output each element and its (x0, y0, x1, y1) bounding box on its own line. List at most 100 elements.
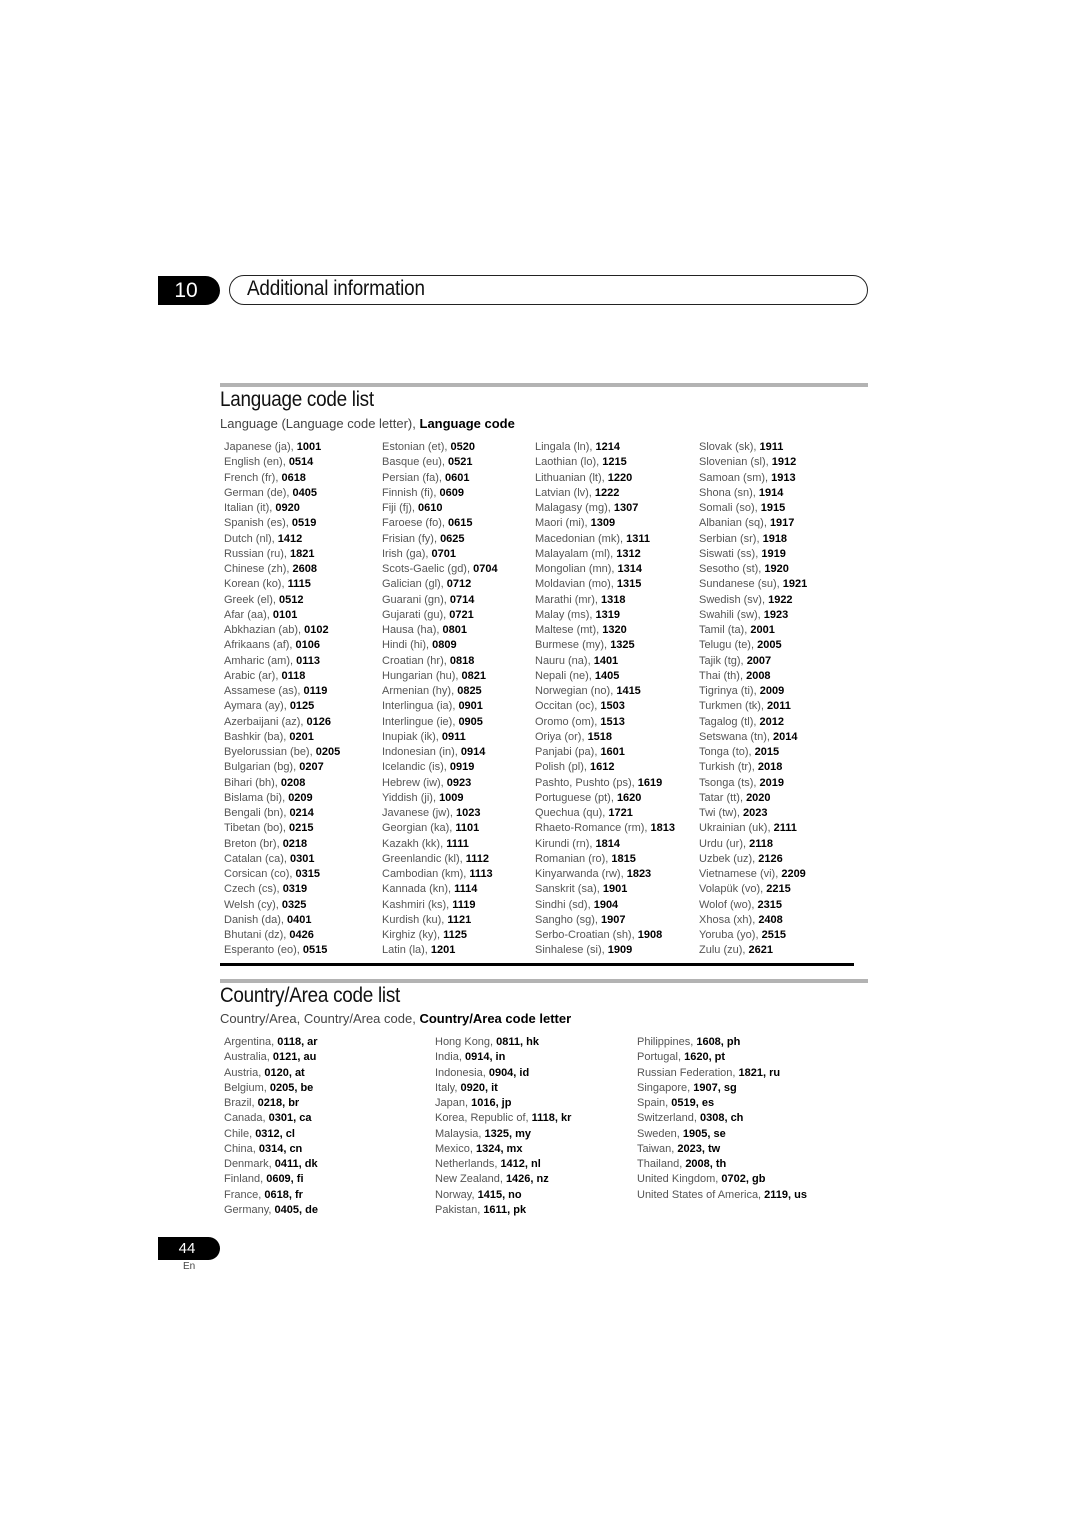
language-entry: Czech (cs), 0319 (224, 882, 340, 897)
language-entry: Bengali (bn), 0214 (224, 806, 340, 821)
entry-code: 1619 (637, 776, 663, 789)
language-entry: Arabic (ar), 0118 (224, 669, 340, 684)
language-entry: Danish (da), 0401 (224, 913, 340, 928)
entry-code: 2023 (743, 807, 768, 819)
language-entry: Macedonian (mk), 1311 (535, 532, 675, 547)
language-entry: Twi (tw), 2023 (699, 806, 807, 821)
entry-code: 1907, sg (693, 1081, 737, 1094)
entry-name: Laothian (lo), (535, 456, 603, 469)
entry-name: Germany, (224, 1203, 275, 1216)
entry-name: Kurdish (ku), (382, 913, 448, 926)
language-entry: Interlingua (ia), 0901 (382, 699, 498, 714)
entry-name: Indonesian (in), (382, 746, 461, 758)
entry-code: 0701 (431, 547, 456, 560)
country-entry: Italy, 0920, it (435, 1081, 571, 1096)
entry-code: 1315 (616, 578, 642, 591)
entry-name: Finland, (224, 1173, 267, 1186)
entry-name: Welsh (cy), (224, 898, 282, 911)
entry-name: Esperanto (eo), (224, 944, 303, 957)
entry-code: 1721 (608, 807, 633, 819)
entry-code: 0209 (288, 791, 313, 804)
entry-code: 1201 (430, 944, 456, 957)
entry-code: 1518 (587, 730, 613, 743)
entry-name: Oriya (or), (535, 730, 588, 743)
entry-name: Malay (ms), (535, 608, 596, 621)
entry-name: Japan, (435, 1097, 472, 1109)
entry-name: Turkish (tr), (699, 761, 758, 774)
country-entry: Japan, 1016, jp (435, 1096, 571, 1111)
entry-code: 0825 (457, 685, 482, 697)
country-entry: United Kingdom, 0702, gb (637, 1172, 807, 1187)
entry-code: 2023, tw (677, 1142, 721, 1155)
entry-name: Sinhalese (si), (535, 944, 608, 957)
entry-code: 0721 (449, 608, 474, 621)
language-entry: Vietnamese (vi), 2209 (699, 867, 807, 882)
language-entry: Laothian (lo), 1215 (535, 455, 675, 470)
entry-code: 1405 (594, 669, 620, 682)
entry-code: 0618, fr (264, 1188, 303, 1201)
entry-name: Thailand, (637, 1158, 686, 1170)
language-entry: Romanian (ro), 1815 (535, 852, 675, 867)
entry-name: Basque (eu), (382, 456, 449, 469)
country-section-title: Country/Area code list (220, 984, 400, 1007)
language-entry: Kirundi (rn), 1814 (535, 837, 675, 852)
entry-code: 1917 (769, 517, 795, 530)
language-column-3: Lingala (ln), 1214 Laothian (lo), 1215 Lit… (535, 440, 675, 959)
entry-code: 2408 (758, 913, 783, 926)
entry-name: Bengali (bn), (224, 807, 290, 819)
entry-name: Estonian (et), (382, 441, 451, 453)
entry-code: 0515 (302, 944, 328, 957)
language-entry: Panjabi (pa), 1601 (535, 745, 675, 760)
entry-code: 1307 (613, 502, 639, 514)
entry-name: Taiwan, (637, 1142, 678, 1155)
entry-code: 0601 (444, 471, 470, 484)
entry-name: Bhutani (dz), (224, 929, 290, 941)
language-entry: Georgian (ka), 1101 (382, 821, 498, 836)
language-entry: Bhutani (dz), 0426 (224, 928, 340, 943)
language-entry: Thai (th), 2008 (699, 669, 807, 684)
entry-code: 0106 (295, 639, 321, 652)
country-entry: Portugal, 1620, pt (637, 1050, 807, 1065)
language-entry: Bashkir (ba), 0201 (224, 730, 340, 745)
language-entry: Yoruba (yo), 2515 (699, 928, 807, 943)
entry-code: 0119 (303, 685, 328, 697)
entry-name: Malaysia, (435, 1127, 485, 1140)
chapter-title-box: Additional information (229, 275, 868, 305)
entry-code: 2008, th (685, 1158, 727, 1170)
language-entry: Finnish (fi), 0609 (382, 486, 498, 501)
entry-name: Occitan (oc), (535, 700, 601, 713)
entry-name: Latin (la), (382, 944, 431, 957)
language-entry: Tibetan (bo), 0215 (224, 821, 340, 836)
language-entry: Icelandic (is), 0919 (382, 760, 498, 775)
language-label: En (183, 1261, 196, 1272)
subtitle-normal: Country/Area, Country/Area code, (220, 1011, 420, 1026)
chapter-title: Additional information (247, 277, 425, 300)
entry-name: Javanese (jw), (382, 807, 456, 819)
entry-code: 0205 (315, 746, 341, 758)
entry-name: Kashmiri (ks), (382, 898, 453, 911)
entry-code: 0609, fi (266, 1173, 304, 1186)
entry-name: Uzbek (uz), (699, 852, 759, 865)
entry-name: Cambodian (km), (382, 868, 470, 880)
language-entry: Polish (pl), 1612 (535, 760, 675, 775)
entry-code: 1001 (296, 441, 322, 453)
language-entry: Pashto, Pushto (ps), 1619 (535, 776, 675, 791)
entry-name: Amharic (am), (224, 654, 297, 667)
entry-name: Bashkir (ba), (224, 730, 290, 743)
entry-code: 0704 (473, 563, 498, 575)
language-entry: Tajik (tg), 2007 (699, 654, 807, 669)
entry-name: Polish (pl), (535, 761, 591, 774)
entry-name: Austria, (224, 1066, 265, 1079)
entry-code: 1601 (600, 746, 625, 758)
entry-code: 1401 (593, 654, 619, 667)
language-entry: Kashmiri (ks), 1119 (382, 898, 498, 913)
chapter-number-tab: 10 (158, 276, 220, 305)
entry-name: Icelandic (is), (382, 761, 450, 774)
entry-code: 0818 (449, 654, 475, 667)
entry-name: Sangho (sg), (535, 913, 602, 926)
subtitle-normal: Language (Language code letter), (220, 416, 420, 431)
entry-name: Twi (tw), (699, 807, 743, 819)
entry-name: Spain, (637, 1097, 672, 1109)
entry-code: 0519 (291, 517, 317, 530)
language-entry: Latvian (lv), 1222 (535, 486, 675, 501)
